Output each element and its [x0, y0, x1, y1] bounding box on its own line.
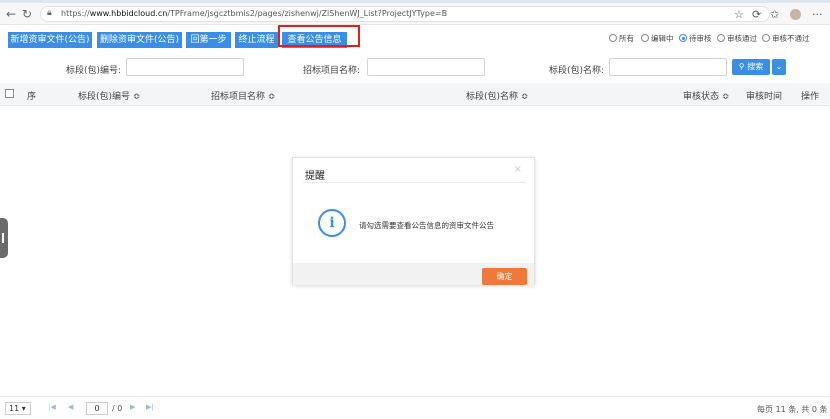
column-section-number[interactable]: 标段(包)编号 ≎: [78, 89, 140, 102]
dialog-message: 请勾选需要查看公告信息的资审文件公告: [359, 221, 494, 230]
last-page-icon[interactable]: ▶|: [146, 403, 154, 411]
extension-icon[interactable]: ⟳: [752, 8, 761, 21]
radio-icon: [641, 34, 649, 42]
search-bar: 标段(包)编号: 招标项目名称: 标段(包)名称: ⚲ 搜索 ⌄: [0, 54, 830, 80]
dialog-title: 提醒: [305, 171, 325, 182]
search-dropdown-button[interactable]: ⌄: [772, 59, 786, 75]
column-section-name[interactable]: 标段(包)名称 ≎: [466, 89, 528, 102]
section-number-input[interactable]: [126, 58, 244, 76]
column-actions: 操作: [801, 92, 820, 102]
add-document-button[interactable]: 新增资审文件(公告): [8, 32, 92, 48]
page-summary: 每页 11 条, 共 0 条: [757, 405, 828, 414]
confirm-button[interactable]: 确定: [482, 268, 527, 285]
section-number-label: 标段(包)编号:: [66, 66, 122, 76]
filter-rejected[interactable]: 审核不通过: [762, 33, 810, 44]
search-button[interactable]: ⚲ 搜索: [732, 59, 770, 75]
terminate-process-button[interactable]: 终止流程: [235, 32, 278, 48]
prev-page-icon[interactable]: ◀: [68, 403, 73, 411]
radio-icon: [717, 34, 725, 42]
column-project-name[interactable]: 招标项目名称 ≎: [211, 89, 275, 102]
address-bar[interactable]: 🔒︎ https://www.hbbidcloud.cn/TPFrame/jsg…: [40, 6, 770, 22]
filter-all[interactable]: 所有: [609, 33, 634, 44]
browser-toolbar: ← ↻ 🔒︎ https://www.hbbidcloud.cn/TPFrame…: [0, 3, 830, 25]
alert-dialog: 提醒 × i 请勾选需要查看公告信息的资审文件公告 确定: [292, 157, 535, 285]
refresh-icon[interactable]: ↻: [22, 7, 32, 21]
close-icon[interactable]: ×: [514, 164, 522, 175]
search-icon: ⚲: [738, 62, 745, 71]
back-to-first-step-button[interactable]: 回第一步: [186, 32, 231, 48]
favorite-star-icon[interactable]: ☆: [734, 8, 744, 21]
section-name-label: 标段(包)名称:: [549, 66, 605, 76]
page-number-input[interactable]: 0: [86, 402, 108, 415]
filter-approved[interactable]: 审核通过: [717, 33, 757, 44]
pagination-bar: 11 ▾ |◀ ◀ 0 / 0 ▶ ▶| 每页 11 条, 共 0 条: [0, 396, 830, 419]
project-name-input[interactable]: [367, 58, 485, 76]
project-name-label: 招标项目名称:: [303, 66, 361, 76]
dialog-divider: [303, 182, 526, 183]
column-audit-time: 审核时间: [746, 92, 783, 102]
filter-pending[interactable]: 待审核: [679, 33, 712, 44]
filter-editing[interactable]: 编辑中: [641, 33, 674, 44]
column-audit-status[interactable]: 审核状态 ≎: [683, 89, 729, 102]
column-index: 序: [27, 92, 37, 102]
first-page-icon[interactable]: |◀: [48, 403, 56, 411]
url-text: https://www.hbbidcloud.cn/TPFrame/jsgczt…: [61, 9, 448, 18]
next-page-icon[interactable]: ▶: [130, 403, 135, 411]
section-name-input[interactable]: [609, 58, 727, 76]
radio-icon: [762, 34, 770, 42]
highlight-box: [278, 25, 360, 47]
page-size-select[interactable]: 11 ▾: [5, 402, 31, 415]
side-panel-handle[interactable]: [0, 218, 8, 258]
chevron-down-icon: ⌄: [775, 62, 783, 71]
more-menu-icon[interactable]: ···: [812, 8, 823, 21]
info-icon: i: [318, 209, 346, 237]
select-all-checkbox[interactable]: [5, 89, 14, 98]
radio-icon: [609, 34, 617, 42]
delete-document-button[interactable]: 删除资审文件(公告): [97, 32, 182, 48]
lock-icon: 🔒︎: [47, 8, 52, 18]
radio-selected-icon: [679, 34, 687, 42]
profile-avatar[interactable]: [790, 9, 801, 20]
favorites-icon[interactable]: ✩: [770, 8, 779, 21]
total-pages-text: / 0: [112, 404, 123, 413]
back-icon[interactable]: ←: [6, 7, 16, 21]
table-header: 序 标段(包)编号 ≎ 招标项目名称 ≎ 标段(包)名称 ≎ 审核状态 ≎ 审核…: [0, 83, 830, 106]
